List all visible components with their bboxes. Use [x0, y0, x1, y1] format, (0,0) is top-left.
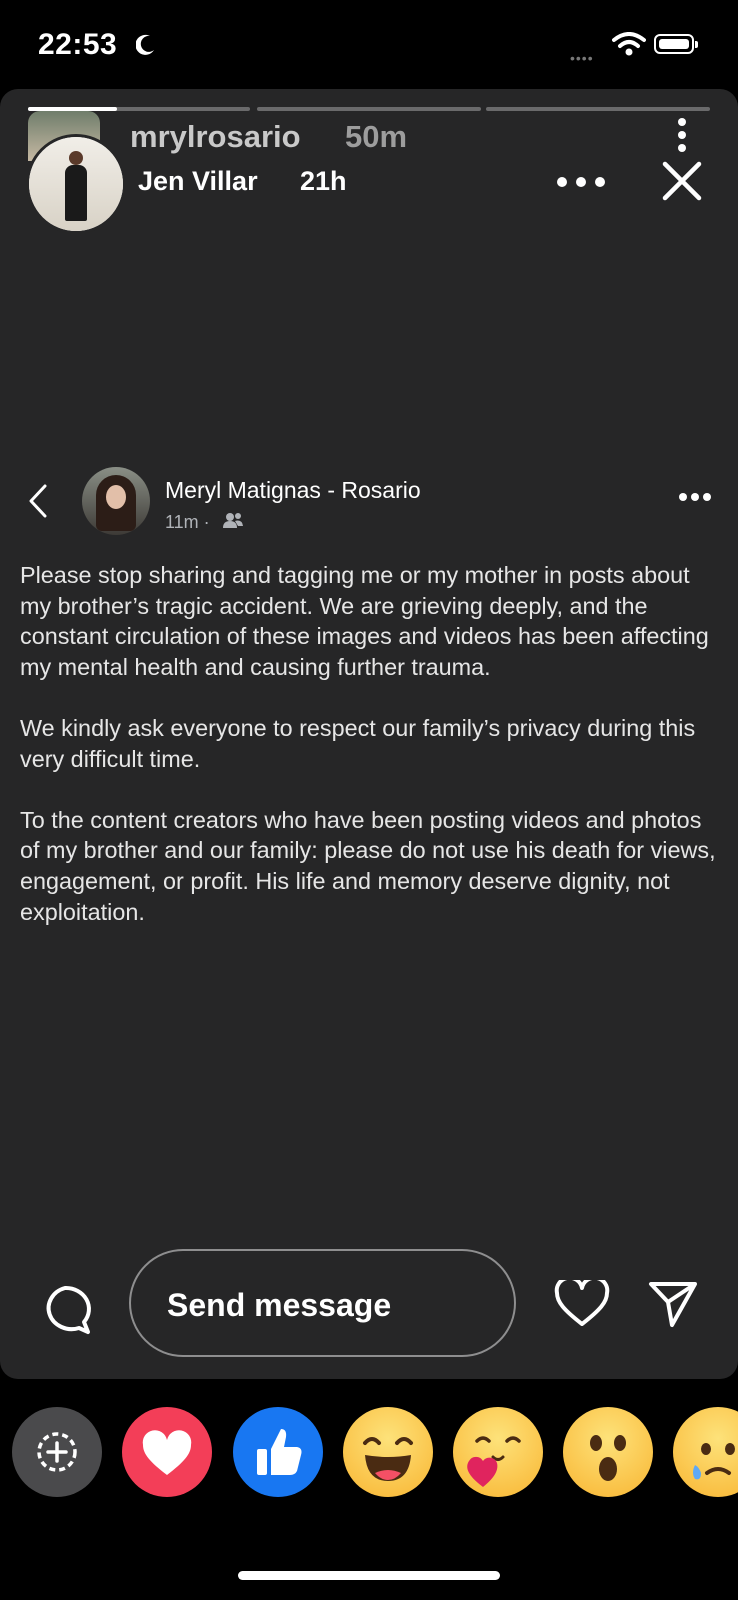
story-avatar[interactable]	[26, 134, 126, 234]
wow-reaction[interactable]	[563, 1407, 653, 1497]
post-paragraph: Please stop sharing and tagging me or my…	[20, 562, 709, 680]
story-progress-segment	[486, 107, 710, 111]
reply-bubble-icon[interactable]	[38, 1284, 92, 1336]
post-more-icon[interactable]	[678, 492, 712, 502]
shared-from-username[interactable]: Jen Villar	[138, 166, 258, 197]
laugh-reaction[interactable]	[343, 1407, 433, 1497]
post-author-name[interactable]: Meryl Matignas - Rosario	[165, 477, 421, 504]
post-time: 11m ·	[165, 512, 210, 532]
post-author-avatar[interactable]	[82, 467, 150, 535]
home-indicator	[238, 1571, 500, 1580]
status-time: 22:53	[38, 28, 118, 61]
kebab-vertical-icon[interactable]	[676, 117, 688, 153]
wifi-icon	[612, 32, 646, 56]
shared-time-ago: 21h	[300, 166, 347, 196]
post-paragraph: We kindly ask everyone to respect our fa…	[20, 714, 696, 772]
heart-reaction[interactable]	[122, 1407, 212, 1497]
heart-icon[interactable]	[554, 1280, 610, 1328]
story-username[interactable]: mrylrosario	[130, 119, 301, 155]
add-reaction-icon[interactable]	[12, 1407, 102, 1497]
like-reaction[interactable]	[233, 1407, 323, 1497]
story-progress-segment	[257, 107, 481, 111]
story-viewer[interactable]: mrylrosario 50m Jen Villar 21h Meryl Mat…	[0, 89, 738, 1379]
back-chevron-icon[interactable]	[28, 484, 48, 518]
post-body: Please stop sharing and tagging me or my…	[20, 560, 725, 958]
post-paragraph: To the content creators who have been po…	[20, 806, 716, 925]
moon-icon	[136, 34, 154, 55]
cellular-signal-icon: ••••	[570, 50, 594, 66]
sad-reaction[interactable]	[673, 1407, 738, 1497]
close-icon[interactable]	[662, 161, 702, 201]
care-reaction[interactable]	[453, 1407, 543, 1497]
friends-icon	[223, 513, 243, 528]
send-message-placeholder: Send message	[167, 1287, 392, 1323]
story-time-ago: 50m	[345, 119, 408, 154]
share-icon[interactable]	[648, 1280, 698, 1328]
reaction-bar	[0, 1379, 738, 1499]
more-horizontal-icon[interactable]	[556, 176, 606, 188]
battery-icon	[654, 34, 698, 54]
